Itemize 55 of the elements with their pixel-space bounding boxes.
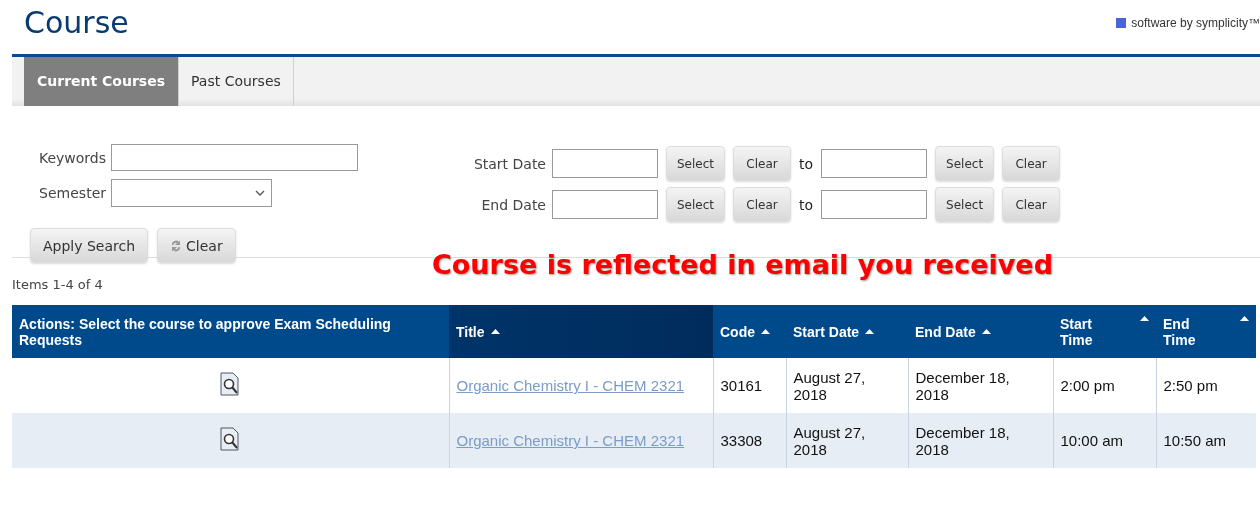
square-logo-icon — [1116, 18, 1127, 28]
sort-up-icon — [865, 329, 875, 334]
select-button[interactable]: Select — [666, 187, 726, 222]
chevron-down-icon — [255, 190, 265, 196]
sort-up-icon — [490, 329, 500, 334]
column-header[interactable]: End Time — [1156, 305, 1256, 358]
date-label: End Date — [480, 196, 546, 213]
table-cell: 30161 — [720, 377, 763, 394]
to-label: to — [799, 196, 814, 213]
column-header[interactable]: Start Date — [786, 305, 908, 358]
to-label: to — [799, 155, 814, 172]
column-header[interactable]: Title — [449, 305, 713, 358]
sort-up-icon — [761, 329, 770, 334]
document-search-icon[interactable] — [220, 372, 241, 396]
select-button[interactable]: Select — [935, 187, 995, 222]
column-header[interactable]: End Date — [908, 305, 1053, 358]
clear-button[interactable]: Clear — [733, 187, 792, 222]
column-header[interactable]: Code — [713, 305, 786, 358]
table-cell: December 18, 2018 — [915, 423, 1010, 458]
clear-button[interactable]: Clear — [1002, 146, 1061, 181]
date-field[interactable] — [552, 190, 658, 219]
table-cell: 10:00 am — [1060, 432, 1124, 449]
table-cell: August 27, 2018 — [793, 368, 866, 403]
column-header: Actions: Select the course to approve Exam Scheduling Requests — [12, 305, 449, 358]
date-field[interactable] — [821, 190, 928, 219]
apply-search-button[interactable]: Apply Search — [30, 228, 149, 263]
date-label: Start Date — [472, 155, 546, 172]
table-cell: 33308 — [720, 432, 763, 449]
select-button[interactable]: Select — [666, 146, 726, 181]
column-header[interactable]: Start Time — [1053, 305, 1156, 358]
semester-label: Semester — [38, 185, 106, 201]
annotation-text: Course is reflected in email you received — [432, 249, 1053, 280]
table-cell: 2:50 pm — [1163, 377, 1218, 394]
date-field[interactable] — [821, 149, 928, 178]
keywords-label: Keywords — [37, 149, 106, 166]
items-count: Items 1-4 of 4 — [12, 277, 103, 292]
table-cell: August 27, 2018 — [793, 423, 866, 458]
page-title: Course — [24, 4, 129, 42]
clear-button[interactable]: Clear — [733, 146, 792, 181]
sort-up-icon — [1240, 315, 1249, 321]
sort-up-icon — [981, 329, 991, 334]
table-cell: December 18, 2018 — [915, 368, 1010, 403]
clear-button[interactable]: Clear — [1002, 187, 1061, 222]
table-cell: 10:50 am — [1163, 432, 1227, 449]
date-field[interactable] — [552, 149, 658, 178]
keywords-field[interactable] — [111, 144, 358, 171]
tab[interactable]: Past Courses — [179, 57, 294, 106]
brand-text: software by symplicity™ — [1131, 16, 1260, 30]
clear-button[interactable]: Clear — [157, 228, 236, 263]
sort-up-icon — [1140, 315, 1149, 321]
document-search-icon[interactable] — [220, 427, 241, 451]
tab[interactable]: Current Courses — [24, 57, 179, 106]
select-button[interactable]: Select — [935, 146, 995, 181]
table-cell: 2:00 pm — [1060, 377, 1115, 394]
semester-dropdown[interactable] — [111, 179, 272, 207]
